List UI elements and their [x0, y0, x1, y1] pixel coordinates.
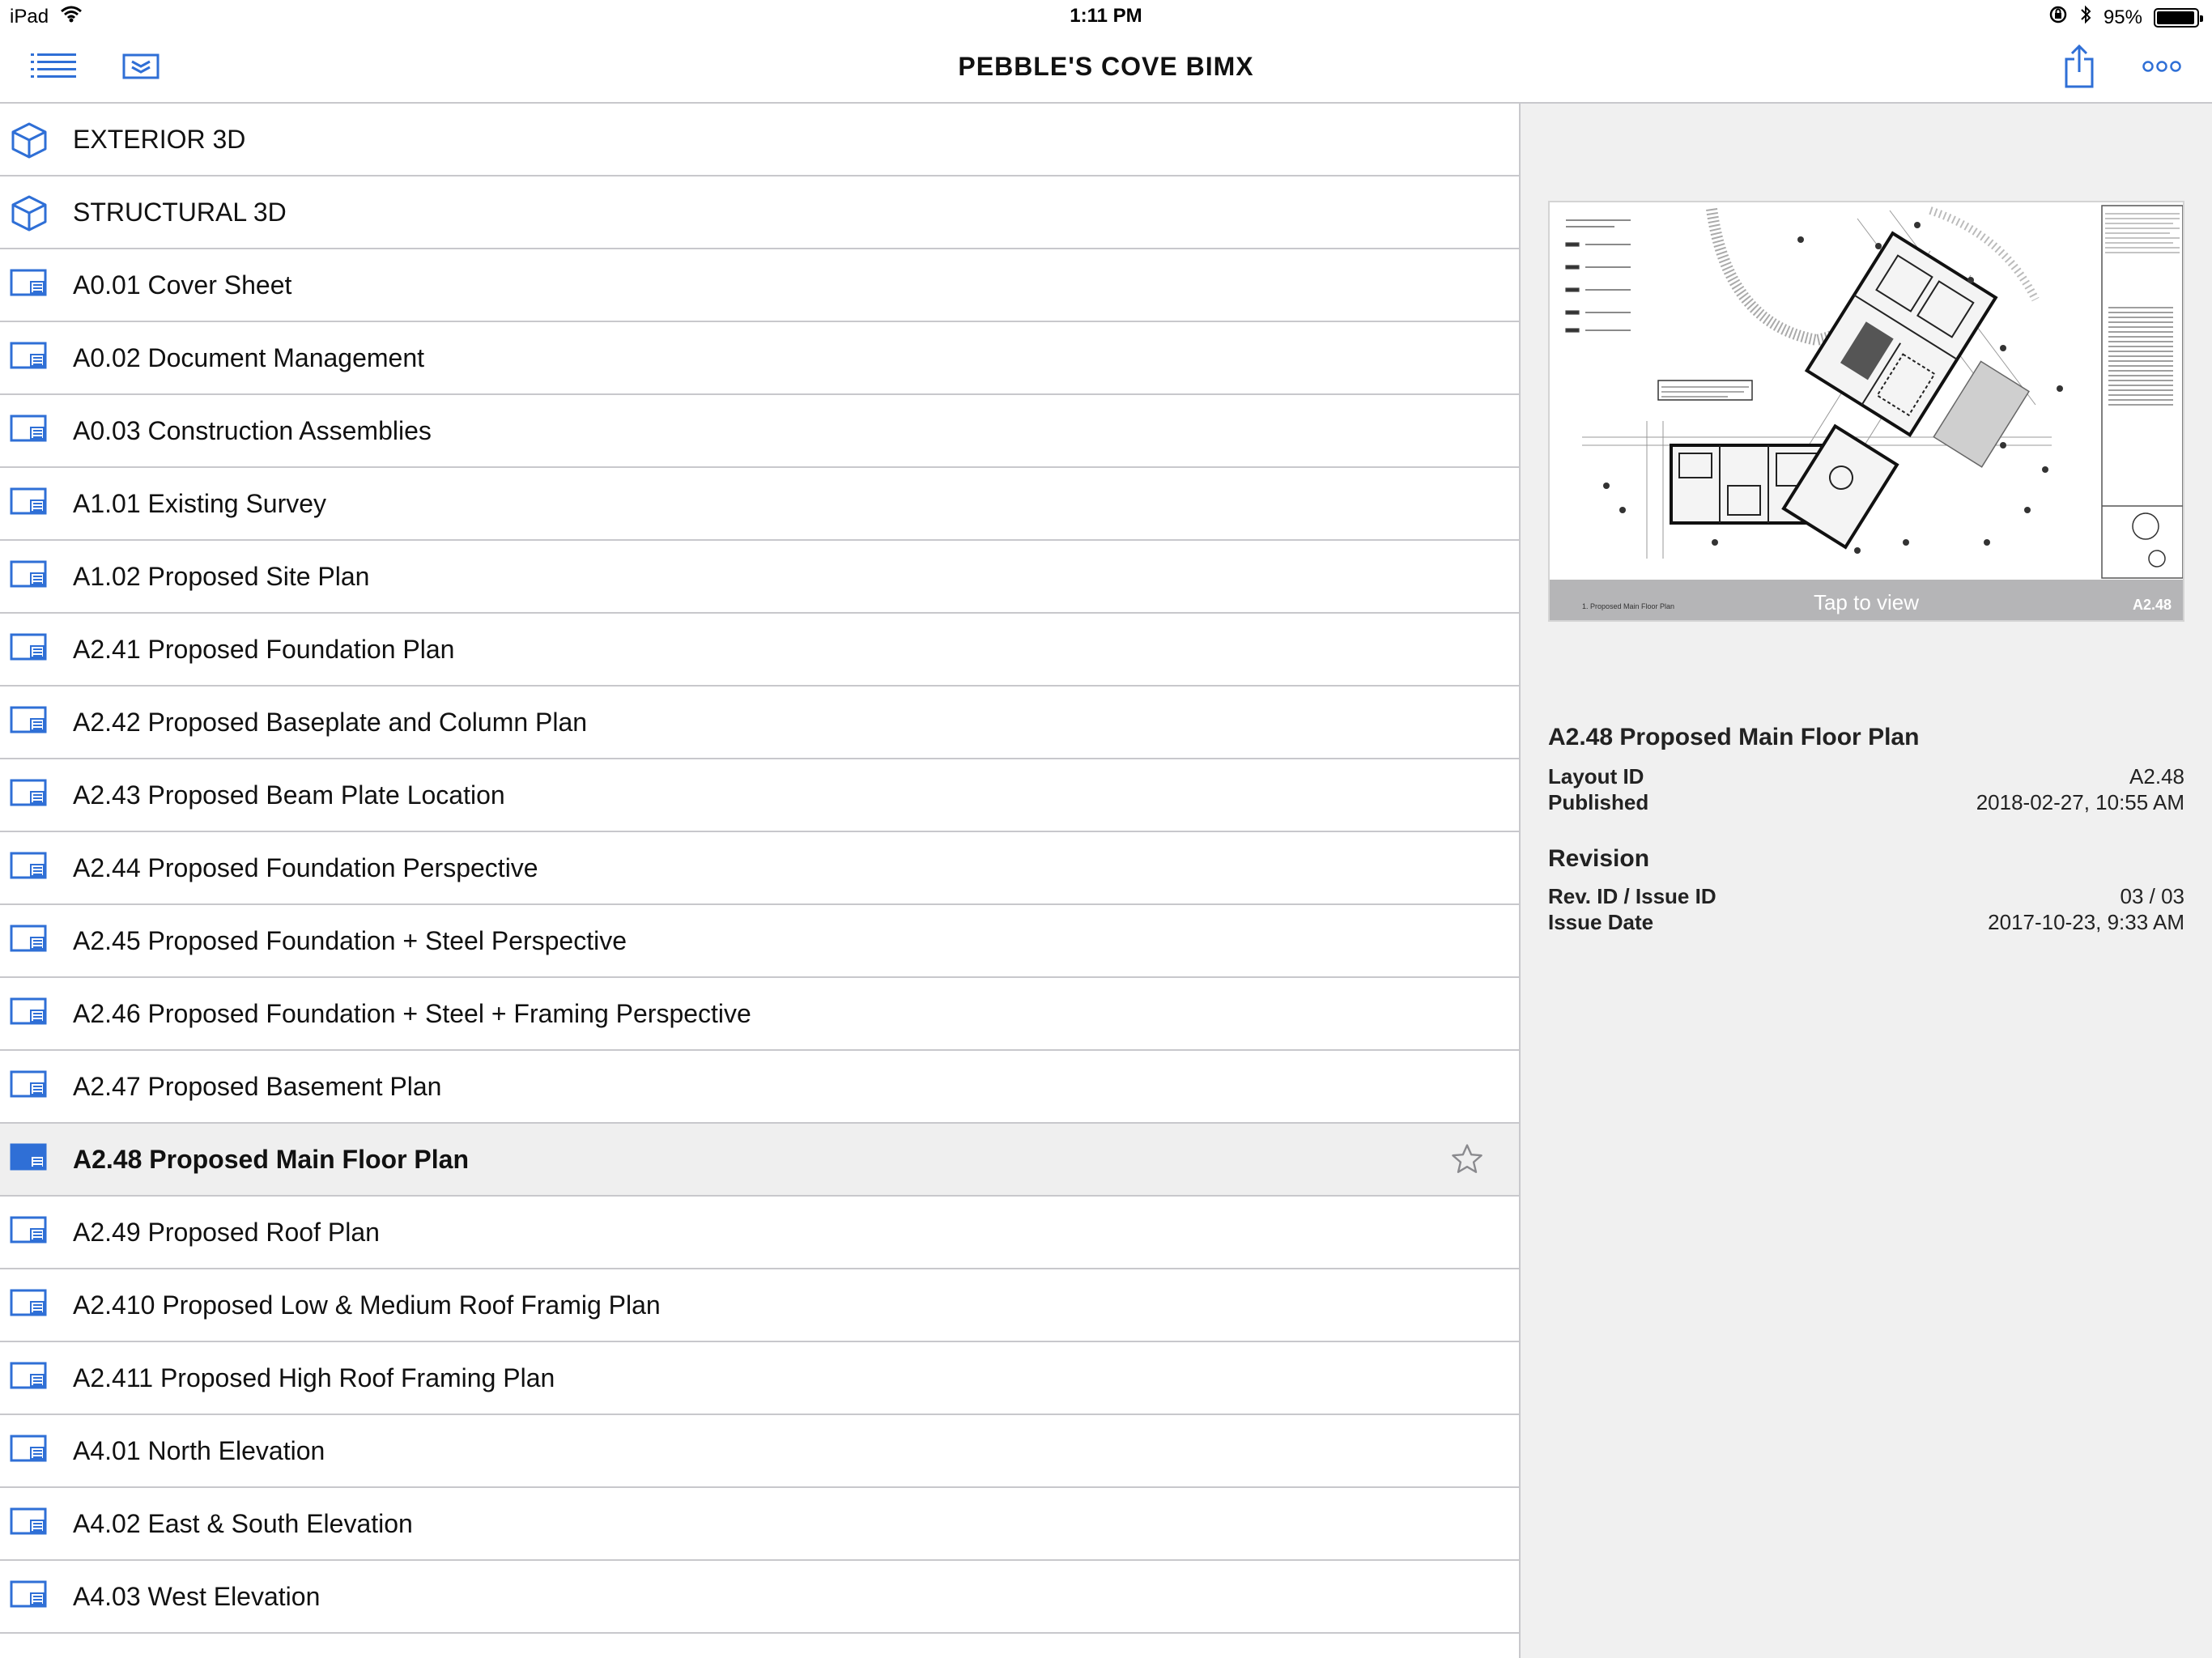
- rev-id-value: 03 / 03: [2120, 884, 2184, 908]
- list-item-label: A2.41 Proposed Foundation Plan: [73, 635, 455, 664]
- share-button[interactable]: [2055, 44, 2104, 92]
- list-item-label: A2.45 Proposed Foundation + Steel Perspe…: [73, 926, 627, 955]
- list-item-label: A2.43 Proposed Beam Plate Location: [73, 780, 505, 810]
- list-item-label: A0.02 Document Management: [73, 343, 425, 372]
- cube-icon: [10, 194, 49, 232]
- list-item[interactable]: A2.410 Proposed Low & Medium Roof Framig…: [0, 1269, 1519, 1342]
- star-icon[interactable]: [1449, 1141, 1485, 1177]
- list-item-label: STRUCTURAL 3D: [73, 198, 287, 227]
- sheet-icon: [10, 777, 49, 814]
- list-item-label: A2.42 Proposed Baseplate and Column Plan: [73, 708, 588, 737]
- list-item[interactable]: STRUCTURAL 3D: [0, 176, 1519, 249]
- list-item-label: A2.47 Proposed Basement Plan: [73, 1072, 442, 1101]
- sheet-icon: [10, 1141, 49, 1179]
- orientation-lock-icon: [2048, 5, 2068, 30]
- list-item[interactable]: A2.44 Proposed Foundation Perspective: [0, 832, 1519, 905]
- bluetooth-icon: [2079, 5, 2092, 30]
- sheet-icon: [10, 413, 49, 450]
- battery-fill: [2157, 11, 2194, 24]
- nav-bar: PEBBLE'S COVE BIMX: [0, 32, 2212, 104]
- list-item[interactable]: A0.03 Construction Assemblies: [0, 395, 1519, 468]
- list-item[interactable]: A4.03 West Elevation: [0, 1561, 1519, 1634]
- sheet-icon: [10, 559, 49, 596]
- list-item[interactable]: A0.02 Document Management: [0, 322, 1519, 395]
- list-item-label: A4.01 North Elevation: [73, 1436, 325, 1465]
- layout-id-value: A2.48: [2129, 764, 2184, 789]
- list-item[interactable]: EXTERIOR 3D: [0, 104, 1519, 176]
- layout-id-row: Layout ID A2.48: [1548, 764, 2184, 790]
- list-item[interactable]: A2.47 Proposed Basement Plan: [0, 1051, 1519, 1124]
- layout-thumbnail[interactable]: 1. Proposed Main Floor Plan Tap to view …: [1548, 201, 2184, 622]
- list-item-label: A4.02 East & South Elevation: [73, 1509, 413, 1538]
- sheet-icon: [10, 1579, 49, 1616]
- list-item-label: A1.01 Existing Survey: [73, 489, 327, 518]
- revision-heading: Revision: [1548, 845, 1650, 872]
- issue-date-row: Issue Date 2017-10-23, 9:33 AM: [1548, 910, 2184, 936]
- detail-pane: 1. Proposed Main Floor Plan Tap to view …: [1521, 104, 2212, 1658]
- list-item-selected[interactable]: A2.48 Proposed Main Floor Plan: [0, 1124, 1519, 1197]
- sheet-icon: [10, 704, 49, 742]
- published-row: Published 2018-02-27, 10:55 AM: [1548, 790, 2184, 816]
- list-item[interactable]: A1.02 Proposed Site Plan: [0, 541, 1519, 614]
- more-button[interactable]: [2138, 47, 2186, 89]
- list-item[interactable]: A1.01 Existing Survey: [0, 468, 1519, 541]
- list-item[interactable]: A2.46 Proposed Foundation + Steel + Fram…: [0, 978, 1519, 1051]
- list-item[interactable]: A2.411 Proposed High Roof Framing Plan: [0, 1342, 1519, 1415]
- list-item-label: A0.03 Construction Assemblies: [73, 416, 432, 445]
- sheet-icon: [10, 486, 49, 523]
- list-item-label: A2.48 Proposed Main Floor Plan: [73, 1145, 469, 1174]
- list-item[interactable]: A2.43 Proposed Beam Plate Location: [0, 759, 1519, 832]
- list-item[interactable]: A2.49 Proposed Roof Plan: [0, 1197, 1519, 1269]
- thumbnail-sheet-id: A2.48: [2132, 597, 2172, 613]
- list-item-label: A4.03 West Elevation: [73, 1582, 321, 1611]
- status-time: 1:11 PM: [1070, 5, 1142, 27]
- status-right: 95%: [2048, 5, 2203, 30]
- sheet-icon: [10, 631, 49, 669]
- layout-id-label: Layout ID: [1548, 764, 1644, 789]
- list-item-label: EXTERIOR 3D: [73, 125, 246, 154]
- rev-id-row: Rev. ID / Issue ID 03 / 03: [1548, 884, 2184, 910]
- rev-id-label: Rev. ID / Issue ID: [1548, 884, 1716, 908]
- status-bar: iPad 1:11 PM 95%: [0, 0, 2212, 32]
- more-icon: [2142, 60, 2181, 77]
- layout-list: EXTERIOR 3D STRUCTURAL 3D A0.01 Cover Sh…: [0, 104, 1519, 1658]
- sheet-icon: [10, 1214, 49, 1252]
- list-item-label: A2.411 Proposed High Roof Framing Plan: [73, 1363, 555, 1392]
- list-item-label: A2.44 Proposed Foundation Perspective: [73, 853, 538, 882]
- sheet-icon: [10, 1069, 49, 1106]
- list-item-label: A2.410 Proposed Low & Medium Roof Framig…: [73, 1290, 661, 1320]
- list-item-label: A2.46 Proposed Foundation + Steel + Fram…: [73, 999, 751, 1028]
- battery-icon: [2154, 7, 2203, 28]
- list-item[interactable]: A2.42 Proposed Baseplate and Column Plan: [0, 687, 1519, 759]
- issue-date-label: Issue Date: [1548, 910, 1654, 934]
- list-item[interactable]: A0.01 Cover Sheet: [0, 249, 1519, 322]
- floor-plan-drawing: [1565, 205, 2183, 579]
- share-icon: [2063, 44, 2095, 92]
- list-item-label: A0.01 Cover Sheet: [73, 270, 292, 300]
- list-item[interactable]: A4.01 North Elevation: [0, 1415, 1519, 1488]
- list-item-label: A1.02 Proposed Site Plan: [73, 562, 370, 591]
- cube-icon: [10, 121, 49, 159]
- sheet-icon: [10, 1287, 49, 1324]
- sheet-icon: [10, 923, 49, 960]
- issue-date-value: 2017-10-23, 9:33 AM: [1988, 910, 2184, 934]
- list-item-label: A2.49 Proposed Roof Plan: [73, 1218, 380, 1247]
- sheet-icon: [10, 1360, 49, 1397]
- list-item[interactable]: A2.41 Proposed Foundation Plan: [0, 614, 1519, 687]
- sheet-icon: [10, 340, 49, 377]
- sheet-icon: [10, 1506, 49, 1543]
- published-value: 2018-02-27, 10:55 AM: [1976, 790, 2184, 814]
- sheet-icon: [10, 996, 49, 1033]
- list-item[interactable]: A2.45 Proposed Foundation + Steel Perspe…: [0, 905, 1519, 978]
- sheet-icon: [10, 267, 49, 304]
- published-label: Published: [1548, 790, 1649, 814]
- tap-to-view-label: Tap to view: [1813, 590, 1920, 614]
- detail-title: A2.48 Proposed Main Floor Plan: [1548, 724, 1920, 750]
- sheet-icon: [10, 850, 49, 887]
- battery-percent: 95%: [2103, 6, 2142, 28]
- page-title: PEBBLE'S COVE BIMX: [958, 52, 1254, 81]
- list-item[interactable]: A4.02 East & South Elevation: [0, 1488, 1519, 1561]
- sheet-icon: [10, 1433, 49, 1470]
